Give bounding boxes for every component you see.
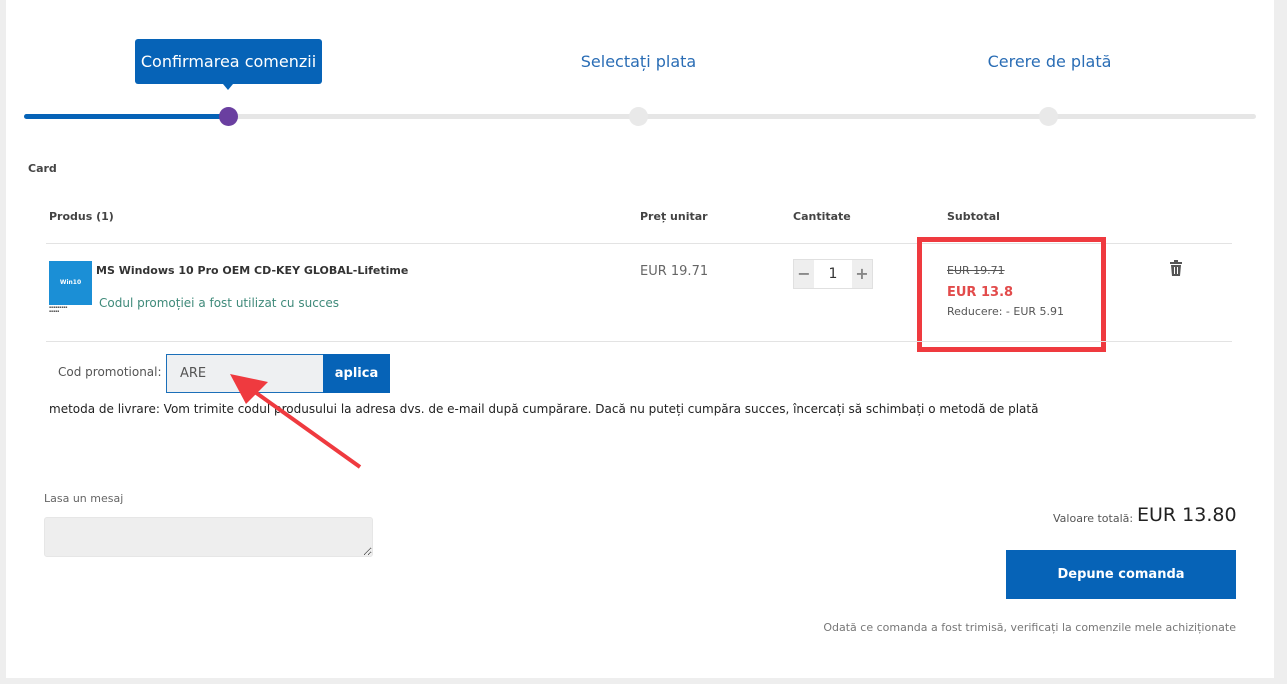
quantity-increase-button[interactable]: + [852,260,872,288]
submit-order-button[interactable]: Depune comanda [1006,550,1236,599]
subtotal-highlight-annotation [917,237,1106,352]
column-header-quantity: Cantitate [793,210,851,223]
order-footnote: Odată ce comanda a fost trimisă, verific… [823,621,1236,634]
message-label: Lasa un mesaj [44,492,124,505]
promo-code-label: Cod promotional: [58,365,162,379]
column-header-subtotal: Subtotal [947,210,1000,223]
total-value: EUR 13.80 [1137,504,1237,526]
product-name[interactable]: MS Windows 10 Pro OEM CD-KEY GLOBAL-Life… [96,264,408,277]
promo-success-message: Codul promoției a fost utilizat cu succe… [99,296,340,310]
trash-icon[interactable] [1169,260,1183,276]
step-select-payment[interactable]: Selectați plata [546,52,731,71]
quantity-decrease-button[interactable]: − [794,260,814,288]
message-textarea[interactable] [44,517,373,557]
progress-fill [24,114,230,119]
step-dot-1 [219,107,238,126]
total-label: Valoare totală: [1053,512,1134,525]
step-payment-request[interactable]: Cerere de plată [957,52,1142,71]
checkout-page: Confirmarea comenzii Selectați plata Cer… [6,0,1274,678]
step-dot-3 [1039,107,1058,126]
delivery-method-text: metoda de livrare: Vom trimite codul pro… [49,402,1039,416]
row-divider [46,341,1232,342]
column-header-unit-price: Preț unitar [640,210,708,223]
column-header-product: Produs (1) [49,210,114,223]
arrow-annotation [230,374,362,469]
quantity-stepper: − 1 + [793,259,873,289]
quantity-value[interactable]: 1 [814,260,852,288]
step-dot-2 [629,107,648,126]
cart-section-title: Card [28,162,57,175]
step-confirm-order[interactable]: Confirmarea comenzii [135,39,322,90]
unit-price: EUR 19.71 [640,264,709,279]
product-image[interactable]: Win10 ▪▪▪▪▪▪▪▪▪ ▪▪▪▪▪ [49,261,92,314]
